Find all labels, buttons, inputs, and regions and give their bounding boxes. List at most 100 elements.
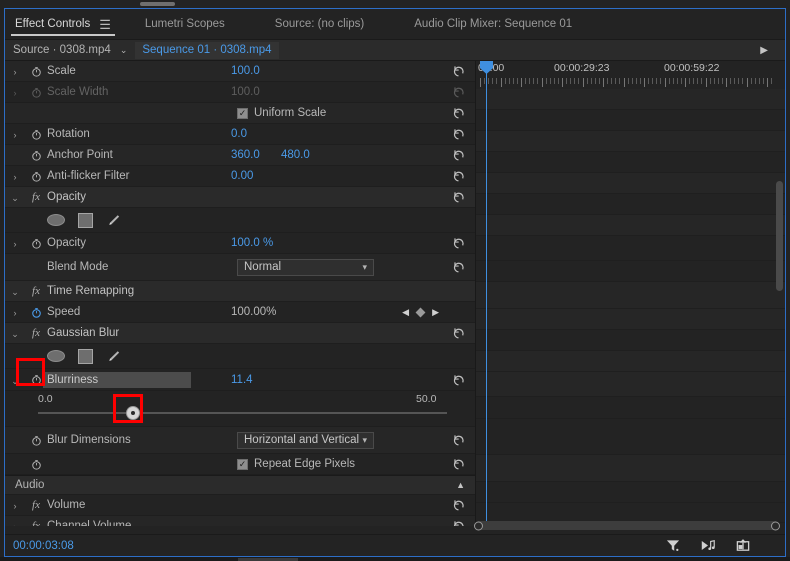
- channel-volume-reset-icon[interactable]: [452, 520, 465, 527]
- param-row-blurriness[interactable]: ⌄ Blurriness 11.4: [5, 369, 475, 391]
- blurriness-collapse-arrow[interactable]: ⌄: [5, 371, 25, 389]
- param-row-scale-width[interactable]: › Scale Width 100.0: [5, 82, 475, 103]
- volume-expand-arrow[interactable]: ›: [5, 496, 25, 514]
- blend-mode-dropdown[interactable]: Normal ▾: [237, 258, 374, 276]
- pen-mask-tool-icon[interactable]: [106, 213, 121, 228]
- time-remapping-collapse-arrow[interactable]: ⌄: [5, 282, 25, 300]
- blur-dimensions-reset-icon[interactable]: [452, 434, 465, 447]
- rotation-reset-icon[interactable]: [452, 128, 465, 141]
- zoom-bar-right-handle[interactable]: [771, 521, 780, 530]
- param-row-blur-dimensions[interactable]: Blur Dimensions Horizontal and Vertical …: [5, 427, 475, 454]
- gaussian-blur-reset-icon[interactable]: [452, 327, 465, 340]
- anchor-point-value-y[interactable]: 480.0: [281, 149, 310, 161]
- scale-reset-icon[interactable]: [452, 65, 465, 78]
- playhead[interactable]: [480, 61, 493, 526]
- scale-stopwatch-icon[interactable]: [25, 66, 47, 77]
- fx-icon: fx: [32, 499, 40, 511]
- add-keyframe-icon[interactable]: [415, 307, 426, 317]
- blurriness-value[interactable]: 11.4: [231, 374, 253, 386]
- effect-header-gaussian-blur[interactable]: ⌄ fx Gaussian Blur: [5, 323, 475, 344]
- blur-dimensions-stopwatch-icon[interactable]: [25, 435, 47, 446]
- blur-dimensions-dropdown[interactable]: Horizontal and Vertical ▾: [237, 431, 374, 449]
- speed-value[interactable]: 100.00%: [231, 306, 276, 318]
- rectangle-mask-tool-icon[interactable]: [78, 212, 93, 228]
- tab-audio-clip-mixer[interactable]: Audio Clip Mixer: Sequence 01: [404, 9, 582, 39]
- export-frame-icon[interactable]: [735, 538, 751, 553]
- param-row-anti-flicker-filter[interactable]: › Anti-flicker Filter 0.00: [5, 166, 475, 187]
- opacity-value-expand-arrow[interactable]: ›: [5, 234, 25, 252]
- param-row-repeat-edge-pixels[interactable]: ✓ Repeat Edge Pixels: [5, 454, 475, 475]
- opacity-value-reset-icon[interactable]: [452, 237, 465, 250]
- repeat-edge-stopwatch-icon[interactable]: [25, 459, 47, 470]
- filter-icon[interactable]: [665, 538, 681, 553]
- effect-header-opacity[interactable]: ⌄ fx Opacity: [5, 187, 475, 208]
- hamburger-icon[interactable]: ☰: [99, 18, 111, 31]
- ellipse-mask-tool-icon[interactable]: [47, 214, 65, 226]
- ruler-tick: [549, 78, 551, 84]
- blurriness-slider[interactable]: 0.0 50.0: [5, 391, 475, 427]
- anti-flicker-value[interactable]: 0.00: [231, 170, 253, 182]
- audio-section-header[interactable]: Audio ▲: [5, 475, 475, 495]
- tab-effect-controls[interactable]: Effect Controls ☰: [5, 9, 121, 39]
- blurriness-reset-icon[interactable]: [452, 373, 465, 386]
- anti-flicker-stopwatch-icon[interactable]: [25, 171, 47, 182]
- speed-expand-arrow[interactable]: ›: [5, 303, 25, 321]
- anchor-point-value-x[interactable]: 360.0: [231, 149, 260, 161]
- play-audio-icon[interactable]: [700, 538, 716, 553]
- blend-mode-reset-icon[interactable]: [452, 261, 465, 274]
- play-icon[interactable]: ▶: [760, 45, 768, 56]
- pen-mask-tool-icon[interactable]: [106, 349, 121, 364]
- blurriness-slider-track[interactable]: [38, 412, 447, 414]
- timeline-vertical-scrollbar[interactable]: [776, 181, 783, 291]
- param-row-channel-volume[interactable]: › fx Channel Volume: [5, 516, 475, 526]
- clip-sequence-label[interactable]: Sequence 01 · 0308.mp4: [135, 41, 279, 59]
- effect-header-time-remapping[interactable]: ⌄ fx Time Remapping: [5, 281, 475, 302]
- next-keyframe-icon[interactable]: ▶: [432, 307, 439, 318]
- opacity-collapse-arrow[interactable]: ⌄: [5, 188, 25, 206]
- repeat-edge-pixels-reset-icon[interactable]: [452, 458, 465, 471]
- param-row-opacity-value[interactable]: › Opacity 100.0 %: [5, 233, 475, 254]
- uniform-scale-checkbox[interactable]: ✓ Uniform Scale: [237, 107, 326, 119]
- effect-controls-timeline[interactable]: 00:00 00:00:29:23 00:00:59:22: [475, 61, 785, 526]
- zoom-bar-left-handle[interactable]: [474, 521, 483, 530]
- channel-volume-expand-arrow[interactable]: ›: [5, 517, 25, 527]
- param-row-volume[interactable]: › fx Volume: [5, 495, 475, 516]
- gaussian-blur-collapse-arrow[interactable]: ⌄: [5, 324, 25, 342]
- current-timecode[interactable]: 00:00:03:08: [5, 540, 74, 552]
- param-row-scale[interactable]: › Scale 100.0: [5, 61, 475, 82]
- collapse-up-icon[interactable]: ▲: [456, 480, 465, 490]
- anchor-point-stopwatch-icon[interactable]: [25, 150, 47, 161]
- speed-stopwatch-icon[interactable]: [25, 307, 47, 318]
- param-row-rotation[interactable]: › Rotation 0.0: [5, 124, 475, 145]
- scale-value[interactable]: 100.0: [231, 65, 260, 77]
- scale-expand-arrow[interactable]: ›: [5, 62, 25, 80]
- opacity-value[interactable]: 100.0 %: [231, 237, 273, 249]
- uniform-scale-reset-icon[interactable]: [452, 107, 465, 120]
- timeline-zoom-bar[interactable]: [471, 519, 783, 532]
- repeat-edge-pixels-checkbox[interactable]: ✓ Repeat Edge Pixels: [237, 458, 355, 470]
- chevron-down-icon[interactable]: ⌄: [120, 45, 128, 56]
- blurriness-slider-handle[interactable]: [126, 406, 140, 420]
- param-row-uniform-scale[interactable]: ✓ Uniform Scale: [5, 103, 475, 124]
- tab-lumetri-scopes[interactable]: Lumetri Scopes: [135, 9, 235, 39]
- param-row-speed[interactable]: › Speed 100.00% ◀ ▶: [5, 302, 475, 323]
- zoom-bar-track[interactable]: [474, 521, 780, 530]
- previous-keyframe-icon[interactable]: ◀: [402, 307, 409, 318]
- opacity-reset-icon[interactable]: [452, 191, 465, 204]
- rotation-stopwatch-icon[interactable]: [25, 129, 47, 140]
- scale-width-expand-arrow[interactable]: ›: [5, 83, 25, 101]
- ruler-tick: [537, 78, 539, 84]
- anti-flicker-expand-arrow[interactable]: ›: [5, 167, 25, 185]
- tab-source[interactable]: Source: (no clips): [265, 9, 374, 39]
- volume-reset-icon[interactable]: [452, 499, 465, 512]
- rectangle-mask-tool-icon[interactable]: [78, 348, 93, 364]
- timeline-ruler[interactable]: 00:00 00:00:29:23 00:00:59:22: [476, 61, 785, 89]
- param-row-anchor-point[interactable]: Anchor Point 360.0 480.0: [5, 145, 475, 166]
- param-row-blend-mode[interactable]: Blend Mode Normal ▾: [5, 254, 475, 281]
- anchor-point-reset-icon[interactable]: [452, 149, 465, 162]
- opacity-value-stopwatch-icon[interactable]: [25, 238, 47, 249]
- rotation-value[interactable]: 0.0: [231, 128, 247, 140]
- anti-flicker-reset-icon[interactable]: [452, 170, 465, 183]
- rotation-expand-arrow[interactable]: ›: [5, 125, 25, 143]
- ellipse-mask-tool-icon[interactable]: [47, 350, 65, 362]
